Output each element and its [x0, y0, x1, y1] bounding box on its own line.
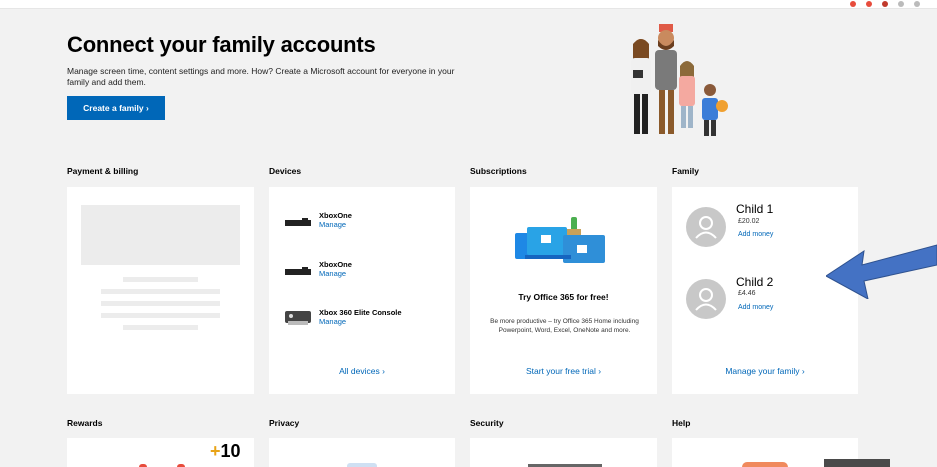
- privacy-graphic: [347, 463, 377, 467]
- child-avatar[interactable]: [686, 279, 726, 319]
- add-money-link[interactable]: Add money: [738, 231, 773, 238]
- user-icon: [695, 216, 717, 239]
- browser-top-strip: [0, 0, 937, 9]
- help-graphic: [742, 462, 788, 467]
- points-sign: +: [210, 441, 221, 461]
- annotation-arrow-icon: [826, 244, 937, 299]
- payment-card[interactable]: [67, 187, 254, 394]
- devices-card: XboxOne Manage XboxOne Manage Xbox 360 E…: [269, 187, 455, 394]
- family-illustration: [631, 24, 728, 136]
- device-manage-link[interactable]: Manage: [319, 269, 352, 278]
- manage-family-link[interactable]: Manage your family ›: [672, 366, 858, 376]
- start-free-trial-link[interactable]: Start your free trial ›: [470, 366, 657, 376]
- child-balance: £20.02: [738, 218, 760, 225]
- section-title-payment: Payment & billing: [67, 166, 139, 176]
- status-dot-icon: [850, 1, 856, 7]
- page-title: Connect your family accounts: [67, 32, 376, 57]
- device-item: XboxOne Manage: [319, 260, 352, 278]
- section-title-help: Help: [672, 418, 691, 428]
- office-devices-illustration: [515, 217, 605, 263]
- status-dot-icon: [914, 1, 920, 7]
- placeholder-line: [123, 325, 198, 330]
- child-avatar[interactable]: [686, 207, 726, 247]
- section-title-rewards: Rewards: [67, 418, 103, 428]
- status-dot-icon: [866, 1, 872, 7]
- section-title-security: Security: [470, 418, 504, 428]
- security-card[interactable]: [470, 438, 657, 467]
- feedback-tab[interactable]: [824, 459, 890, 467]
- privacy-card[interactable]: [269, 438, 455, 467]
- section-title-privacy: Privacy: [269, 418, 300, 428]
- user-icon: [695, 288, 717, 311]
- subscription-description: Be more productive – try Office 365 Home…: [490, 318, 639, 334]
- create-family-button[interactable]: Create a family ›: [67, 96, 165, 120]
- subscriptions-card: Try Office 365 for free! Be more product…: [470, 187, 657, 394]
- placeholder-block: [81, 205, 240, 265]
- hero-section: Connect your family accounts Manage scre…: [67, 32, 487, 88]
- placeholder-line: [101, 313, 220, 318]
- hero-description: Manage screen time, content settings and…: [67, 66, 455, 87]
- child-name: Child 1: [736, 202, 774, 216]
- device-item: XboxOne Manage: [319, 211, 352, 229]
- device-name: XboxOne: [319, 260, 352, 269]
- points-value: 10: [220, 441, 241, 461]
- status-dot-icon: [882, 1, 888, 7]
- child-balance: £4.46: [738, 290, 756, 297]
- status-dot-icon: [898, 1, 904, 7]
- rewards-points: +10: [210, 441, 241, 462]
- xbox-360-icon: [285, 311, 311, 325]
- device-item: Xbox 360 Elite Console Manage: [319, 308, 402, 326]
- subscription-headline: Try Office 365 for free!: [518, 292, 609, 302]
- xbox-one-icon: [285, 267, 311, 275]
- device-name: XboxOne: [319, 211, 352, 220]
- add-money-link[interactable]: Add money: [738, 304, 773, 311]
- device-name: Xbox 360 Elite Console: [319, 308, 402, 317]
- xbox-one-icon: [285, 218, 311, 226]
- rewards-card[interactable]: +10: [67, 438, 254, 467]
- section-title-devices: Devices: [269, 166, 302, 176]
- device-manage-link[interactable]: Manage: [319, 317, 402, 326]
- child-name: Child 2: [736, 275, 774, 289]
- section-title-subscriptions: Subscriptions: [470, 166, 527, 176]
- device-manage-link[interactable]: Manage: [319, 220, 352, 229]
- all-devices-link[interactable]: All devices ›: [269, 366, 455, 376]
- placeholder-line: [101, 289, 220, 294]
- section-title-family: Family: [672, 166, 699, 176]
- placeholder-line: [123, 277, 198, 282]
- placeholder-line: [101, 301, 220, 306]
